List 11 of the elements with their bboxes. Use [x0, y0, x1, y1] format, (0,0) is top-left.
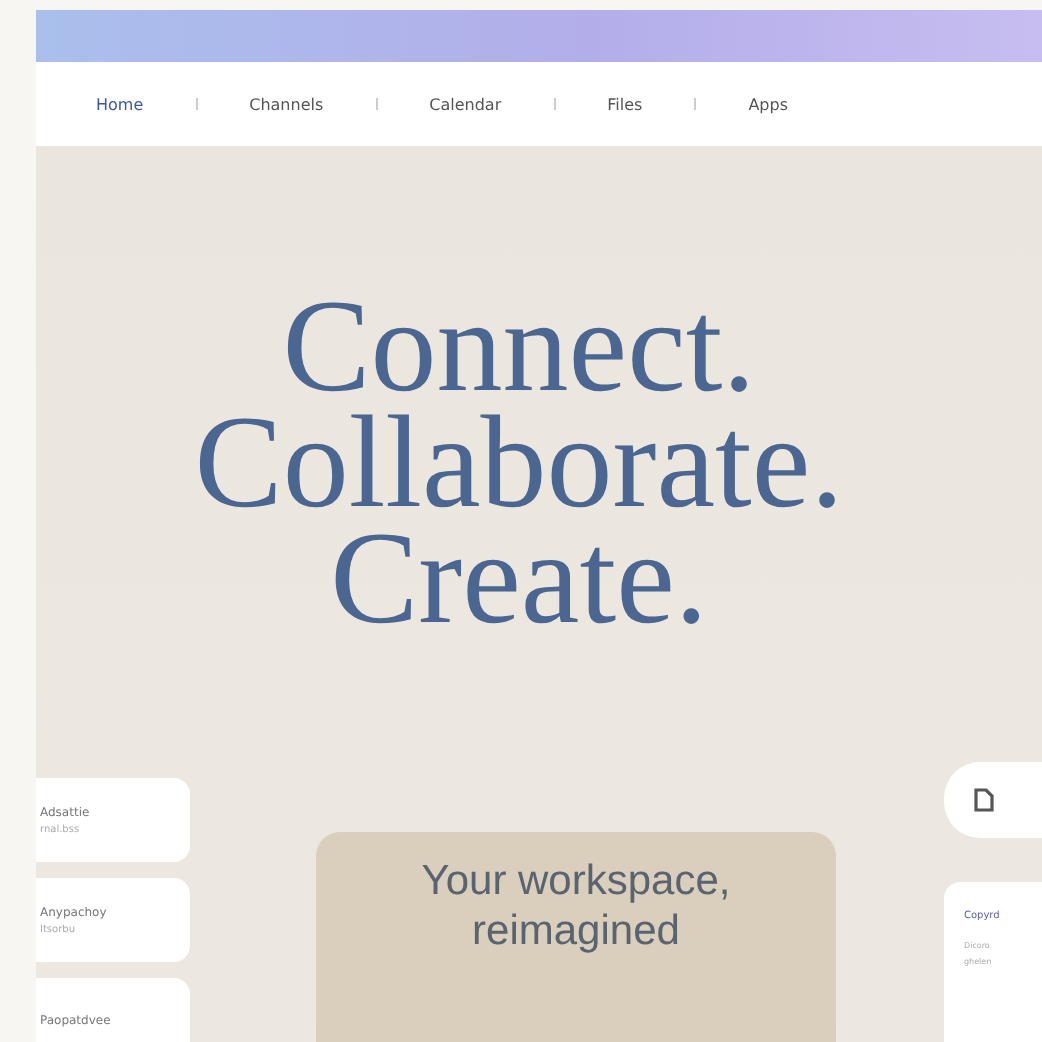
nav-tab[interactable]: Home [96, 95, 144, 113]
nav-tab[interactable]: Channels [249, 95, 324, 113]
icon-pill[interactable] [944, 762, 1042, 838]
nav-tab[interactable]: Files [607, 95, 643, 113]
headline-line: Collaborate. [194, 406, 844, 522]
nav-tab[interactable]: Calendar [429, 95, 502, 113]
nav-tab[interactable]: Apps [748, 95, 788, 113]
headline-line: Create. [330, 522, 708, 638]
tagline: Your workspace, reimagined [419, 856, 733, 958]
document-icon [974, 788, 994, 812]
headline-line: Connect. [282, 290, 756, 406]
